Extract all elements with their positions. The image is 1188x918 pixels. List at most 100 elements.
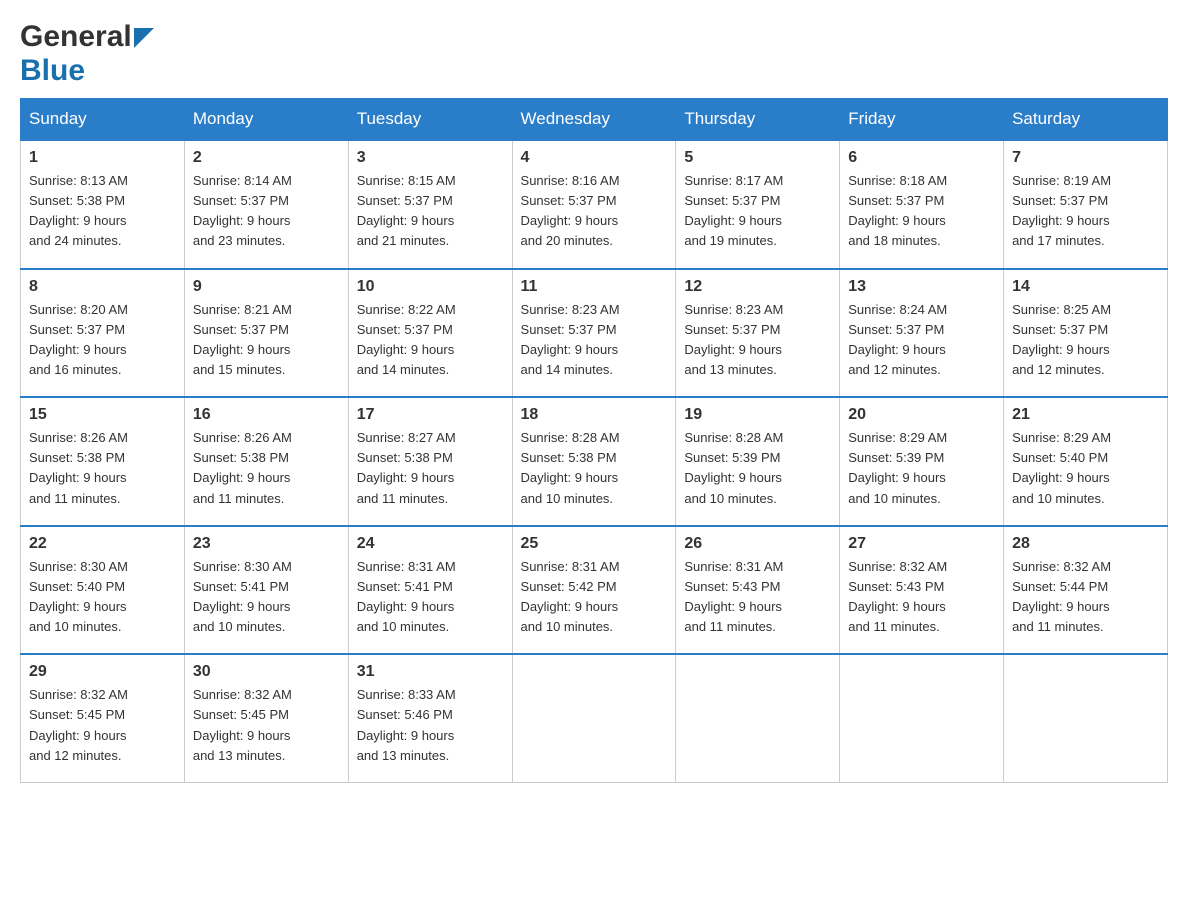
- calendar-cell: 7 Sunrise: 8:19 AM Sunset: 5:37 PM Dayli…: [1004, 140, 1168, 269]
- day-number: 20: [848, 406, 995, 424]
- day-number: 31: [357, 663, 504, 681]
- calendar-cell: 11 Sunrise: 8:23 AM Sunset: 5:37 PM Dayl…: [512, 269, 676, 398]
- calendar-cell: 16 Sunrise: 8:26 AM Sunset: 5:38 PM Dayl…: [184, 397, 348, 526]
- day-number: 30: [193, 663, 340, 681]
- day-number: 27: [848, 535, 995, 553]
- day-number: 4: [521, 149, 668, 167]
- day-header-saturday: Saturday: [1004, 99, 1168, 141]
- calendar-cell: 10 Sunrise: 8:22 AM Sunset: 5:37 PM Dayl…: [348, 269, 512, 398]
- day-number: 21: [1012, 406, 1159, 424]
- day-info: Sunrise: 8:29 AM Sunset: 5:40 PM Dayligh…: [1012, 428, 1159, 509]
- day-header-wednesday: Wednesday: [512, 99, 676, 141]
- logo-blue-text: Blue: [20, 54, 85, 88]
- calendar-cell: 18 Sunrise: 8:28 AM Sunset: 5:38 PM Dayl…: [512, 397, 676, 526]
- day-number: 3: [357, 149, 504, 167]
- calendar-cell: 24 Sunrise: 8:31 AM Sunset: 5:41 PM Dayl…: [348, 526, 512, 655]
- calendar-cell: 31 Sunrise: 8:33 AM Sunset: 5:46 PM Dayl…: [348, 654, 512, 782]
- day-number: 10: [357, 278, 504, 296]
- day-info: Sunrise: 8:21 AM Sunset: 5:37 PM Dayligh…: [193, 300, 340, 381]
- day-number: 16: [193, 406, 340, 424]
- day-info: Sunrise: 8:32 AM Sunset: 5:44 PM Dayligh…: [1012, 557, 1159, 638]
- day-info: Sunrise: 8:31 AM Sunset: 5:42 PM Dayligh…: [521, 557, 668, 638]
- day-info: Sunrise: 8:31 AM Sunset: 5:43 PM Dayligh…: [684, 557, 831, 638]
- logo: General Blue: [20, 20, 156, 88]
- day-number: 15: [29, 406, 176, 424]
- calendar-cell: 6 Sunrise: 8:18 AM Sunset: 5:37 PM Dayli…: [840, 140, 1004, 269]
- calendar-cell: 26 Sunrise: 8:31 AM Sunset: 5:43 PM Dayl…: [676, 526, 840, 655]
- week-row-2: 8 Sunrise: 8:20 AM Sunset: 5:37 PM Dayli…: [21, 269, 1168, 398]
- day-info: Sunrise: 8:20 AM Sunset: 5:37 PM Dayligh…: [29, 300, 176, 381]
- day-number: 28: [1012, 535, 1159, 553]
- day-info: Sunrise: 8:32 AM Sunset: 5:45 PM Dayligh…: [29, 685, 176, 766]
- day-header-thursday: Thursday: [676, 99, 840, 141]
- calendar-cell: 28 Sunrise: 8:32 AM Sunset: 5:44 PM Dayl…: [1004, 526, 1168, 655]
- calendar-cell: 21 Sunrise: 8:29 AM Sunset: 5:40 PM Dayl…: [1004, 397, 1168, 526]
- logo-triangle-icon: [134, 28, 156, 50]
- day-info: Sunrise: 8:17 AM Sunset: 5:37 PM Dayligh…: [684, 171, 831, 252]
- calendar-cell: 27 Sunrise: 8:32 AM Sunset: 5:43 PM Dayl…: [840, 526, 1004, 655]
- day-info: Sunrise: 8:23 AM Sunset: 5:37 PM Dayligh…: [521, 300, 668, 381]
- calendar-cell: 9 Sunrise: 8:21 AM Sunset: 5:37 PM Dayli…: [184, 269, 348, 398]
- day-info: Sunrise: 8:16 AM Sunset: 5:37 PM Dayligh…: [521, 171, 668, 252]
- calendar-cell: 1 Sunrise: 8:13 AM Sunset: 5:38 PM Dayli…: [21, 140, 185, 269]
- days-header-row: SundayMondayTuesdayWednesdayThursdayFrid…: [21, 99, 1168, 141]
- day-number: 23: [193, 535, 340, 553]
- calendar-cell: 2 Sunrise: 8:14 AM Sunset: 5:37 PM Dayli…: [184, 140, 348, 269]
- day-number: 24: [357, 535, 504, 553]
- day-info: Sunrise: 8:13 AM Sunset: 5:38 PM Dayligh…: [29, 171, 176, 252]
- day-number: 12: [684, 278, 831, 296]
- day-info: Sunrise: 8:30 AM Sunset: 5:41 PM Dayligh…: [193, 557, 340, 638]
- day-number: 1: [29, 149, 176, 167]
- day-info: Sunrise: 8:22 AM Sunset: 5:37 PM Dayligh…: [357, 300, 504, 381]
- day-info: Sunrise: 8:32 AM Sunset: 5:43 PM Dayligh…: [848, 557, 995, 638]
- day-info: Sunrise: 8:33 AM Sunset: 5:46 PM Dayligh…: [357, 685, 504, 766]
- day-number: 29: [29, 663, 176, 681]
- day-info: Sunrise: 8:25 AM Sunset: 5:37 PM Dayligh…: [1012, 300, 1159, 381]
- day-info: Sunrise: 8:15 AM Sunset: 5:37 PM Dayligh…: [357, 171, 504, 252]
- calendar-cell: 29 Sunrise: 8:32 AM Sunset: 5:45 PM Dayl…: [21, 654, 185, 782]
- day-number: 22: [29, 535, 176, 553]
- day-number: 7: [1012, 149, 1159, 167]
- calendar-cell: 12 Sunrise: 8:23 AM Sunset: 5:37 PM Dayl…: [676, 269, 840, 398]
- calendar-cell: 20 Sunrise: 8:29 AM Sunset: 5:39 PM Dayl…: [840, 397, 1004, 526]
- day-number: 6: [848, 149, 995, 167]
- day-header-friday: Friday: [840, 99, 1004, 141]
- day-number: 8: [29, 278, 176, 296]
- calendar-cell: 3 Sunrise: 8:15 AM Sunset: 5:37 PM Dayli…: [348, 140, 512, 269]
- week-row-3: 15 Sunrise: 8:26 AM Sunset: 5:38 PM Dayl…: [21, 397, 1168, 526]
- day-header-sunday: Sunday: [21, 99, 185, 141]
- calendar-cell: 17 Sunrise: 8:27 AM Sunset: 5:38 PM Dayl…: [348, 397, 512, 526]
- logo-general-text: General: [20, 20, 132, 54]
- day-info: Sunrise: 8:26 AM Sunset: 5:38 PM Dayligh…: [29, 428, 176, 509]
- week-row-4: 22 Sunrise: 8:30 AM Sunset: 5:40 PM Dayl…: [21, 526, 1168, 655]
- day-info: Sunrise: 8:14 AM Sunset: 5:37 PM Dayligh…: [193, 171, 340, 252]
- day-number: 14: [1012, 278, 1159, 296]
- day-info: Sunrise: 8:26 AM Sunset: 5:38 PM Dayligh…: [193, 428, 340, 509]
- day-info: Sunrise: 8:28 AM Sunset: 5:38 PM Dayligh…: [521, 428, 668, 509]
- calendar-cell: 22 Sunrise: 8:30 AM Sunset: 5:40 PM Dayl…: [21, 526, 185, 655]
- day-info: Sunrise: 8:27 AM Sunset: 5:38 PM Dayligh…: [357, 428, 504, 509]
- day-number: 19: [684, 406, 831, 424]
- day-info: Sunrise: 8:28 AM Sunset: 5:39 PM Dayligh…: [684, 428, 831, 509]
- day-number: 2: [193, 149, 340, 167]
- day-info: Sunrise: 8:30 AM Sunset: 5:40 PM Dayligh…: [29, 557, 176, 638]
- calendar-cell: [676, 654, 840, 782]
- calendar-cell: [512, 654, 676, 782]
- week-row-5: 29 Sunrise: 8:32 AM Sunset: 5:45 PM Dayl…: [21, 654, 1168, 782]
- day-header-monday: Monday: [184, 99, 348, 141]
- day-info: Sunrise: 8:31 AM Sunset: 5:41 PM Dayligh…: [357, 557, 504, 638]
- calendar-cell: [1004, 654, 1168, 782]
- day-number: 26: [684, 535, 831, 553]
- day-header-tuesday: Tuesday: [348, 99, 512, 141]
- calendar-table: SundayMondayTuesdayWednesdayThursdayFrid…: [20, 98, 1168, 783]
- day-info: Sunrise: 8:32 AM Sunset: 5:45 PM Dayligh…: [193, 685, 340, 766]
- day-info: Sunrise: 8:23 AM Sunset: 5:37 PM Dayligh…: [684, 300, 831, 381]
- day-number: 5: [684, 149, 831, 167]
- day-info: Sunrise: 8:19 AM Sunset: 5:37 PM Dayligh…: [1012, 171, 1159, 252]
- calendar-cell: 13 Sunrise: 8:24 AM Sunset: 5:37 PM Dayl…: [840, 269, 1004, 398]
- day-info: Sunrise: 8:18 AM Sunset: 5:37 PM Dayligh…: [848, 171, 995, 252]
- calendar-cell: [840, 654, 1004, 782]
- calendar-cell: 23 Sunrise: 8:30 AM Sunset: 5:41 PM Dayl…: [184, 526, 348, 655]
- calendar-cell: 5 Sunrise: 8:17 AM Sunset: 5:37 PM Dayli…: [676, 140, 840, 269]
- day-number: 13: [848, 278, 995, 296]
